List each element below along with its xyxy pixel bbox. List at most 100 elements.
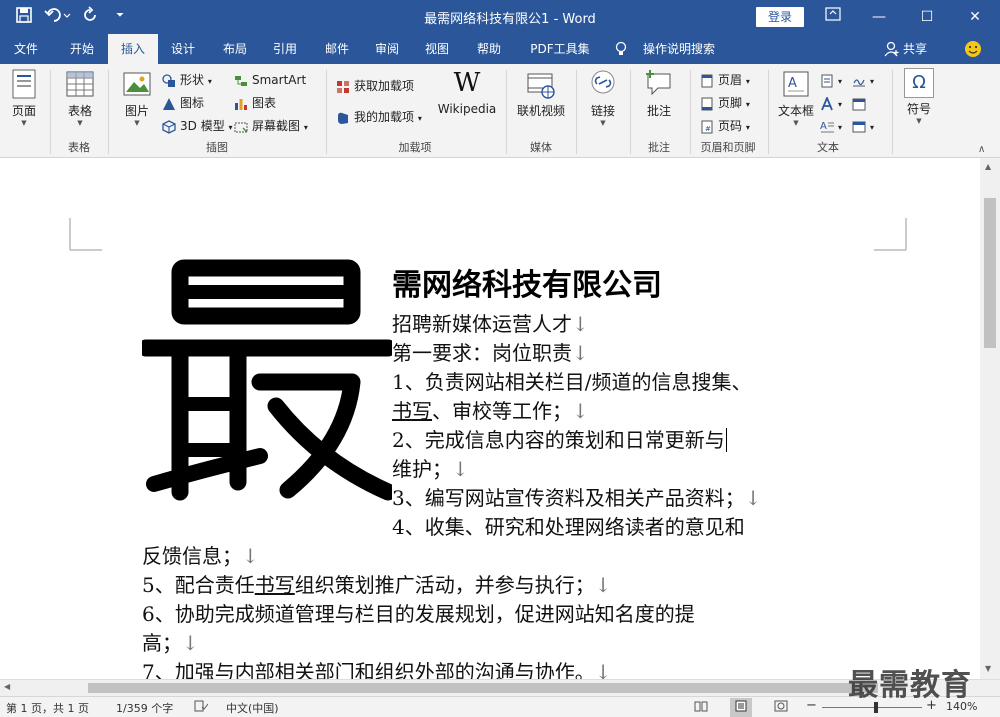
ribbon-display-options-icon[interactable] <box>810 4 856 30</box>
vertical-scrollbar[interactable]: ▲ ▼ <box>980 158 1000 679</box>
drop-cap-glyph <box>142 259 392 501</box>
addins-icon <box>338 112 348 124</box>
line-text: 7、加强与内部相关部门和组织外部的沟通与协作。 <box>142 660 595 679</box>
screenshot-button[interactable]: 屏幕截图 ▾ <box>234 116 308 136</box>
scroll-left-icon[interactable]: ◀ <box>4 682 10 691</box>
paragraph-line: 6、协助完成频道管理与栏目的发展规划，促进网站知名度的提 <box>142 600 695 629</box>
get-addins-label: 获取加载项 <box>354 79 415 93</box>
chart-button[interactable]: 图表 <box>234 93 276 113</box>
svg-text:A: A <box>820 121 827 132</box>
collapse-ribbon-icon[interactable]: ∧ <box>978 144 985 155</box>
tell-me-search[interactable]: 操作说明搜索 <box>636 34 722 64</box>
table-button[interactable]: 表格 ▼ <box>58 68 102 128</box>
tab-insert[interactable]: 插入 <box>108 34 158 65</box>
scroll-thumb[interactable] <box>88 683 878 693</box>
document-canvas[interactable]: 需网络科技有限公司 招聘新媒体运营人才↓ 第一要求：岗位职责↓ 1、负责网站相关… <box>0 158 980 679</box>
quick-parts-button[interactable]: ▾ <box>820 70 842 90</box>
footer-button[interactable]: 页脚 ▾ <box>700 93 750 113</box>
scroll-thumb[interactable] <box>984 198 996 348</box>
shapes-button[interactable]: 形状 ▾ <box>162 70 212 90</box>
redo-icon[interactable] <box>80 6 100 26</box>
textbox-button[interactable]: A 文本框 ▼ <box>774 68 818 128</box>
language[interactable]: 中文(中国) <box>226 700 279 716</box>
group-separator <box>576 70 577 154</box>
scroll-up-icon[interactable]: ▲ <box>985 162 991 171</box>
tab-mailings[interactable]: 邮件 <box>314 34 360 64</box>
tab-file[interactable]: 文件 <box>0 34 52 64</box>
page-number-button[interactable]: # 页码 ▾ <box>700 116 750 136</box>
chevron-down-icon: ▼ <box>916 117 922 125</box>
omega-icon: Ω <box>904 68 934 98</box>
header-button[interactable]: 页眉 ▾ <box>700 70 750 90</box>
wordart-button[interactable]: ▾ <box>820 93 842 113</box>
picture-button[interactable]: 图片 ▼ <box>116 68 158 128</box>
underlined-text: 书写 <box>392 399 432 423</box>
signature-line-button[interactable]: ▾ <box>852 70 874 90</box>
my-addins-label: 我的加载项 <box>354 110 415 124</box>
symbol-button[interactable]: Ω 符号 ▼ <box>900 68 938 126</box>
paragraph-mark: ↓ <box>182 631 199 655</box>
tab-home[interactable]: 开始 <box>56 34 108 64</box>
tab-review[interactable]: 审阅 <box>364 34 410 64</box>
comment-button[interactable]: 批注 <box>638 68 680 118</box>
smiley-feedback-icon[interactable] <box>964 40 982 58</box>
read-mode-icon[interactable] <box>694 700 708 715</box>
paragraph-mark: ↓ <box>594 660 612 679</box>
tab-layout[interactable]: 布局 <box>212 34 258 64</box>
get-addins-button[interactable]: 获取加载项 <box>336 76 414 96</box>
document-title: 最需网络科技有限公1 - Word <box>424 12 596 27</box>
scroll-down-icon[interactable]: ▼ <box>985 664 991 673</box>
word-count[interactable]: 1/359 个字 <box>116 700 173 716</box>
tab-view[interactable]: 视图 <box>414 34 460 64</box>
footer-icon <box>701 97 713 110</box>
group-separator <box>892 70 893 154</box>
smartart-button[interactable]: SmartArt <box>234 70 306 90</box>
icons-button[interactable]: 图标 <box>162 93 204 113</box>
calendar-icon <box>852 98 866 110</box>
group-separator <box>326 70 327 154</box>
proofing-icon[interactable] <box>194 700 209 715</box>
login-button[interactable]: 登录 <box>756 7 804 27</box>
customize-quick-access-icon[interactable]: ⏷ <box>110 6 130 26</box>
tab-design[interactable]: 设计 <box>160 34 206 64</box>
line-text: 书写、审校等工作； <box>392 399 572 423</box>
pages-button[interactable]: 页面 ▼ <box>4 68 44 128</box>
link-button[interactable]: 链接 ▼ <box>582 68 624 128</box>
maximize-icon[interactable]: ☐ <box>904 4 950 30</box>
date-time-button[interactable] <box>852 93 870 113</box>
line-text: 维护； <box>392 457 452 481</box>
wikipedia-button[interactable]: W Wikipedia <box>436 68 498 116</box>
drop-cap-button[interactable]: A ▾ <box>820 116 842 136</box>
page-count[interactable]: 第 1 页，共 1 页 <box>6 700 89 716</box>
paragraph-mark: ↓ <box>594 573 612 597</box>
object-button[interactable]: ▾ <box>852 116 874 136</box>
zoom-out-button[interactable]: − <box>806 698 817 713</box>
group-label-illustrations: 插图 <box>206 141 228 154</box>
chevron-down-icon: ▾ <box>228 123 233 132</box>
chevron-down-icon: ▼ <box>600 119 606 127</box>
chevron-down-icon: ▾ <box>207 77 212 86</box>
tab-references[interactable]: 引用 <box>262 34 308 64</box>
online-video-button[interactable]: 联机视频 <box>512 68 570 118</box>
chevron-down-icon: ▾ <box>303 123 308 132</box>
share-button[interactable]: 共享 <box>900 34 930 64</box>
tab-pdf-tools[interactable]: PDF工具集 <box>520 34 600 64</box>
store-icon <box>337 80 349 93</box>
zoom-slider[interactable] <box>822 702 922 713</box>
close-icon[interactable]: ✕ <box>952 4 998 30</box>
3d-model-button[interactable]: 3D 模型 ▾ <box>162 116 233 136</box>
drop-cap-icon: A <box>820 121 834 132</box>
save-icon[interactable] <box>14 6 34 26</box>
minimize-icon[interactable]: — <box>856 4 902 30</box>
my-addins-button[interactable]: 我的加载项 ▾ <box>336 107 422 127</box>
line-text: 第一要求：岗位职责 <box>392 341 572 365</box>
undo-icon[interactable] <box>44 6 72 26</box>
group-label-text: 文本 <box>817 141 839 154</box>
cube-icon <box>162 119 176 134</box>
page-number-icon: # <box>701 120 713 133</box>
web-layout-icon[interactable] <box>774 700 788 715</box>
chevron-down-icon: ▾ <box>745 123 750 132</box>
user-icon <box>884 41 900 57</box>
tab-help[interactable]: 帮助 <box>466 34 512 64</box>
print-layout-icon[interactable] <box>730 698 752 717</box>
